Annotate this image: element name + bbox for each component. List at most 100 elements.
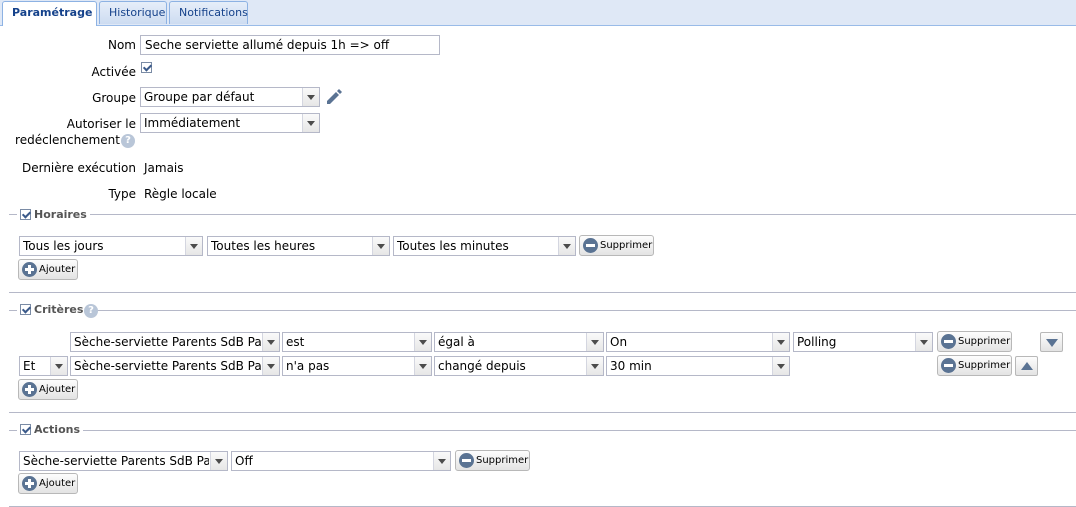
action-remove-label: Supprimer <box>476 455 529 466</box>
help-icon[interactable]: ? <box>84 304 98 318</box>
chevron-down-icon[interactable] <box>414 357 431 375</box>
criteria-row2-conj: Et <box>23 359 36 373</box>
chevron-down-icon[interactable] <box>302 114 319 132</box>
criteria-row1-verb-select[interactable]: est <box>282 332 432 352</box>
criteria-row2-device: Sèche-serviette Parents SdB Pare <box>74 359 261 373</box>
type-label: Type <box>108 187 136 201</box>
criteria-row2-verb-select[interactable]: n'a pas <box>282 356 432 376</box>
criteria-legend-text: Critères <box>34 303 84 316</box>
schedule-remove-button[interactable]: Supprimer <box>579 235 654 256</box>
schedule-hours-select[interactable]: Toutes les heures <box>207 236 390 256</box>
retrigger-label-line2: redéclenchement <box>15 133 120 147</box>
actions-add-label: Ajouter <box>39 478 76 489</box>
chevron-down-icon[interactable] <box>262 333 279 351</box>
retrigger-select-value: Immédiatement <box>144 116 241 130</box>
plus-circle-icon <box>22 382 37 397</box>
pencil-icon[interactable] <box>324 88 342 106</box>
arrow-up-icon[interactable] <box>1015 356 1038 376</box>
criteria-row2-remove-label: Supprimer <box>958 360 1011 371</box>
settings-panel: Nom Seche serviette allumé depuis 1h => … <box>0 26 1076 507</box>
minus-circle-icon <box>583 238 598 253</box>
arrow-down-icon[interactable] <box>1040 332 1063 352</box>
tab-parametrage[interactable]: Paramétrage <box>2 1 97 26</box>
criteria-add-button[interactable]: Ajouter <box>18 379 78 400</box>
criteria-row1-remove-button[interactable]: Supprimer <box>937 331 1012 352</box>
action-value: Off <box>235 454 253 468</box>
chevron-down-icon[interactable] <box>772 357 789 375</box>
plus-circle-icon <box>22 476 37 491</box>
schedule-remove-label: Supprimer <box>600 240 653 251</box>
chevron-down-icon[interactable] <box>302 88 319 106</box>
tab-notifications[interactable]: Notifications <box>169 1 248 24</box>
chevron-down-icon[interactable] <box>586 333 603 351</box>
criteria-row1-op: égal à <box>438 335 475 349</box>
criteria-row1-mode-select[interactable]: Polling <box>793 332 933 352</box>
chevron-down-icon[interactable] <box>262 357 279 375</box>
criteria-row1-value-select[interactable]: On <box>606 332 790 352</box>
chevron-down-icon[interactable] <box>558 237 575 255</box>
chevron-down-icon[interactable] <box>50 357 67 375</box>
criteria-row2-op-select[interactable]: changé depuis <box>434 356 604 376</box>
actions-legend: Actions <box>17 423 83 437</box>
criteria-row1-mode: Polling <box>797 335 837 349</box>
group-select-value: Groupe par défaut <box>144 90 255 104</box>
schedule-minutes-value: Toutes les minutes <box>397 239 509 253</box>
criteria-row1-verb: est <box>286 335 305 349</box>
name-field[interactable]: Seche serviette allumé depuis 1h => off <box>140 35 440 55</box>
retrigger-select[interactable]: Immédiatement <box>140 113 320 133</box>
schedule-add-button[interactable]: Ajouter <box>18 259 78 280</box>
name-label: Nom <box>107 38 136 52</box>
criteria-row2-conj-select[interactable]: Et <box>19 356 68 376</box>
enabled-label: Activée <box>91 65 136 79</box>
minus-circle-icon <box>459 453 474 468</box>
tab-historique[interactable]: Historique <box>99 1 167 24</box>
action-device-select[interactable]: Sèche-serviette Parents SdB Pare <box>19 451 228 471</box>
action-remove-button[interactable]: Supprimer <box>455 450 530 471</box>
retrigger-label-line1: Autoriser le <box>66 117 136 131</box>
criteria-legend: Critères <box>17 303 87 317</box>
enabled-checkbox[interactable] <box>141 62 152 73</box>
actions-checkbox[interactable] <box>20 424 31 435</box>
group-label: Groupe <box>92 91 136 105</box>
criteria-row1-op-select[interactable]: égal à <box>434 332 604 352</box>
schedule-legend-text: Horaires <box>34 208 87 221</box>
criteria-row2-op: changé depuis <box>438 359 526 373</box>
schedule-days-select[interactable]: Tous les jours <box>19 236 203 256</box>
criteria-row1-remove-label: Supprimer <box>958 336 1011 347</box>
group-select[interactable]: Groupe par défaut <box>140 87 320 107</box>
tab-bar: Paramétrage Historique Notifications <box>0 0 1076 26</box>
chevron-down-icon[interactable] <box>414 333 431 351</box>
last-exec-label: Dernière exécution <box>21 161 136 175</box>
plus-circle-icon <box>22 262 37 277</box>
criteria-row2-value-select[interactable]: 30 min <box>606 356 790 376</box>
schedule-days-value: Tous les jours <box>23 239 104 253</box>
chevron-down-icon[interactable] <box>372 237 389 255</box>
schedule-legend: Horaires <box>17 208 90 222</box>
chevron-down-icon[interactable] <box>433 452 450 470</box>
action-value-select[interactable]: Off <box>231 451 451 471</box>
criteria-row1-value: On <box>610 335 628 349</box>
criteria-row1-device: Sèche-serviette Parents SdB Pare <box>74 335 261 349</box>
criteria-checkbox[interactable] <box>20 304 31 315</box>
schedule-checkbox[interactable] <box>20 209 31 220</box>
criteria-row2-verb: n'a pas <box>286 359 330 373</box>
chevron-down-icon[interactable] <box>210 452 227 470</box>
schedule-minutes-select[interactable]: Toutes les minutes <box>393 236 576 256</box>
criteria-row2-device-select[interactable]: Sèche-serviette Parents SdB Pare <box>70 356 280 376</box>
help-icon[interactable]: ? <box>121 134 135 148</box>
chevron-down-icon[interactable] <box>185 237 202 255</box>
criteria-row2-value: 30 min <box>610 359 652 373</box>
criteria-row2-remove-button[interactable]: Supprimer <box>937 355 1012 376</box>
actions-add-button[interactable]: Ajouter <box>18 473 78 494</box>
chevron-down-icon[interactable] <box>915 333 932 351</box>
type-value: Règle locale <box>144 187 217 201</box>
chevron-down-icon[interactable] <box>586 357 603 375</box>
criteria-row1-device-select[interactable]: Sèche-serviette Parents SdB Pare <box>70 332 280 352</box>
schedule-add-label: Ajouter <box>39 264 76 275</box>
last-exec-value: Jamais <box>144 161 184 175</box>
schedule-hours-value: Toutes les heures <box>211 239 316 253</box>
chevron-down-icon[interactable] <box>772 333 789 351</box>
actions-legend-text: Actions <box>34 423 80 436</box>
criteria-add-label: Ajouter <box>39 384 76 395</box>
minus-circle-icon <box>941 334 956 349</box>
